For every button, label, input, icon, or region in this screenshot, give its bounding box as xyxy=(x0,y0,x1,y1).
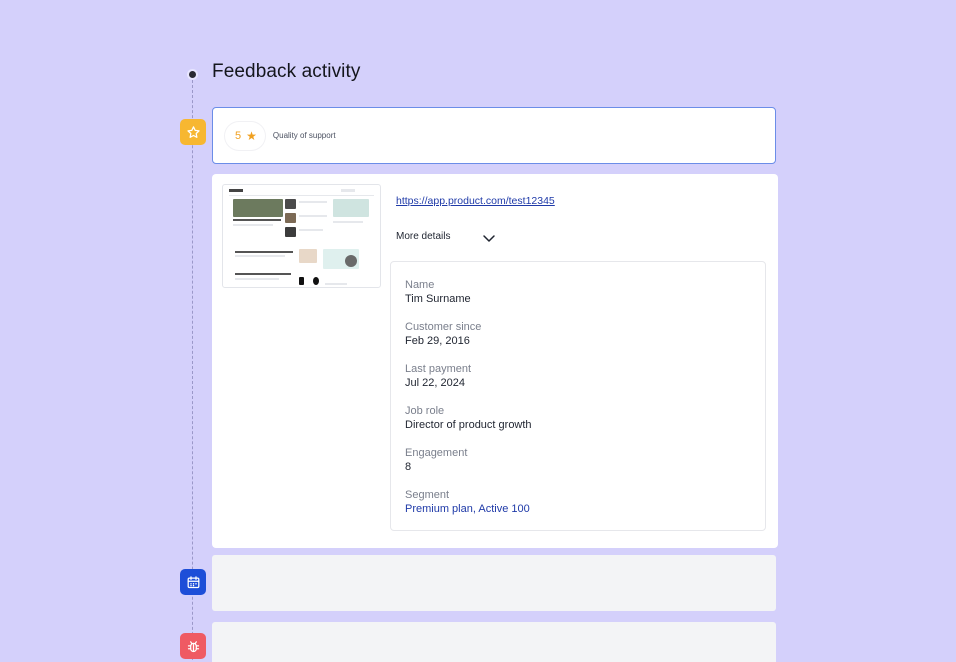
field-engagement: Engagement 8 xyxy=(405,446,467,474)
rating-pill: 5 ★ xyxy=(225,121,265,150)
field-value: 8 xyxy=(405,461,412,473)
field-label: Name xyxy=(405,279,435,291)
field-label: Last payment xyxy=(405,363,472,375)
field-name: Name Tim Surname xyxy=(405,278,471,306)
field-label: Segment xyxy=(405,489,450,501)
customer-details-panel: Name Tim Surname Customer since Feb 29, … xyxy=(390,261,766,531)
rating-card[interactable]: 5 ★ Quality of support xyxy=(212,107,776,164)
field-customer-since: Customer since Feb 29, 2016 xyxy=(405,320,481,348)
rating-value: 5 xyxy=(235,129,242,142)
calendar-icon xyxy=(187,575,199,588)
rating-label: Quality of support xyxy=(272,131,336,140)
timeline-start-dot xyxy=(187,69,198,80)
timeline-marker-calendar xyxy=(180,569,206,595)
field-last-payment: Last payment Jul 22, 2024 xyxy=(405,362,471,390)
bug-icon xyxy=(187,640,199,652)
star-icon xyxy=(186,125,200,138)
field-value: Jul 22, 2024 xyxy=(405,377,465,389)
feedback-detail-card: https://app.product.com/test12345 More d… xyxy=(212,174,778,548)
timeline-marker-bug xyxy=(180,633,206,659)
field-job-role: Job role Director of product growth xyxy=(405,404,532,432)
feedback-page-link[interactable]: https://app.product.com/test12345 xyxy=(396,195,555,207)
more-details-toggle[interactable]: More details xyxy=(396,231,450,242)
timeline-marker-rating xyxy=(180,119,206,145)
field-value: Director of product growth xyxy=(405,419,532,431)
field-label: Engagement xyxy=(405,447,468,459)
field-label: Customer since xyxy=(405,321,482,333)
chevron-down-icon[interactable] xyxy=(482,234,496,244)
field-segment: Segment Premium plan, Active 100 xyxy=(405,488,530,516)
field-value: Feb 29, 2016 xyxy=(405,335,470,347)
page-screenshot-thumbnail[interactable] xyxy=(222,184,381,288)
page-title: Feedback activity xyxy=(212,61,361,82)
activity-card-placeholder[interactable] xyxy=(212,555,776,611)
segment-link[interactable]: Premium plan, Active 100 xyxy=(405,502,530,516)
activity-card-placeholder[interactable] xyxy=(212,622,776,662)
star-icon: ★ xyxy=(246,128,257,143)
field-label: Job role xyxy=(405,405,445,417)
field-value: Tim Surname xyxy=(405,293,471,305)
